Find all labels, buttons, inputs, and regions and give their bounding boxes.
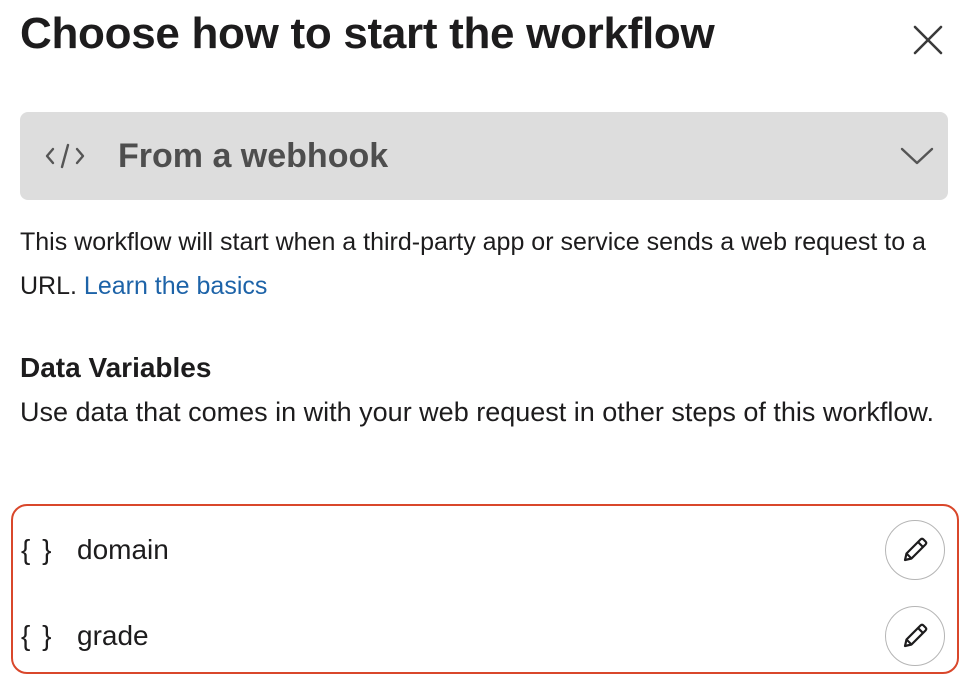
- braces-icon: { }: [21, 534, 54, 565]
- pencil-icon: [903, 623, 928, 648]
- data-variables-description: Use data that comes in with your web req…: [20, 397, 934, 427]
- code-icon: [45, 143, 85, 169]
- braces-icon: { }: [21, 620, 54, 651]
- close-button[interactable]: [906, 18, 950, 62]
- chevron-down-icon: [900, 147, 934, 165]
- variable-row-grade: { } grade: [13, 596, 957, 676]
- selected-trigger-label: From a webhook: [118, 137, 389, 175]
- dialog-title: Choose how to start the workflow: [20, 9, 715, 58]
- pencil-icon: [903, 537, 928, 562]
- trigger-description: This workflow will start when a third-pa…: [20, 220, 948, 308]
- edit-variable-button[interactable]: [885, 520, 945, 580]
- data-variables-heading: Data Variables: [20, 352, 212, 383]
- edit-variable-button[interactable]: [885, 606, 945, 666]
- variable-name: grade: [77, 620, 149, 651]
- variable-name: domain: [77, 534, 169, 565]
- close-icon: [913, 25, 943, 55]
- learn-the-basics-link[interactable]: Learn the basics: [84, 272, 267, 300]
- data-variables-list: { } domain { } grade: [11, 504, 959, 674]
- trigger-type-select[interactable]: From a webhook: [20, 112, 948, 200]
- variable-row-domain: { } domain: [13, 510, 957, 590]
